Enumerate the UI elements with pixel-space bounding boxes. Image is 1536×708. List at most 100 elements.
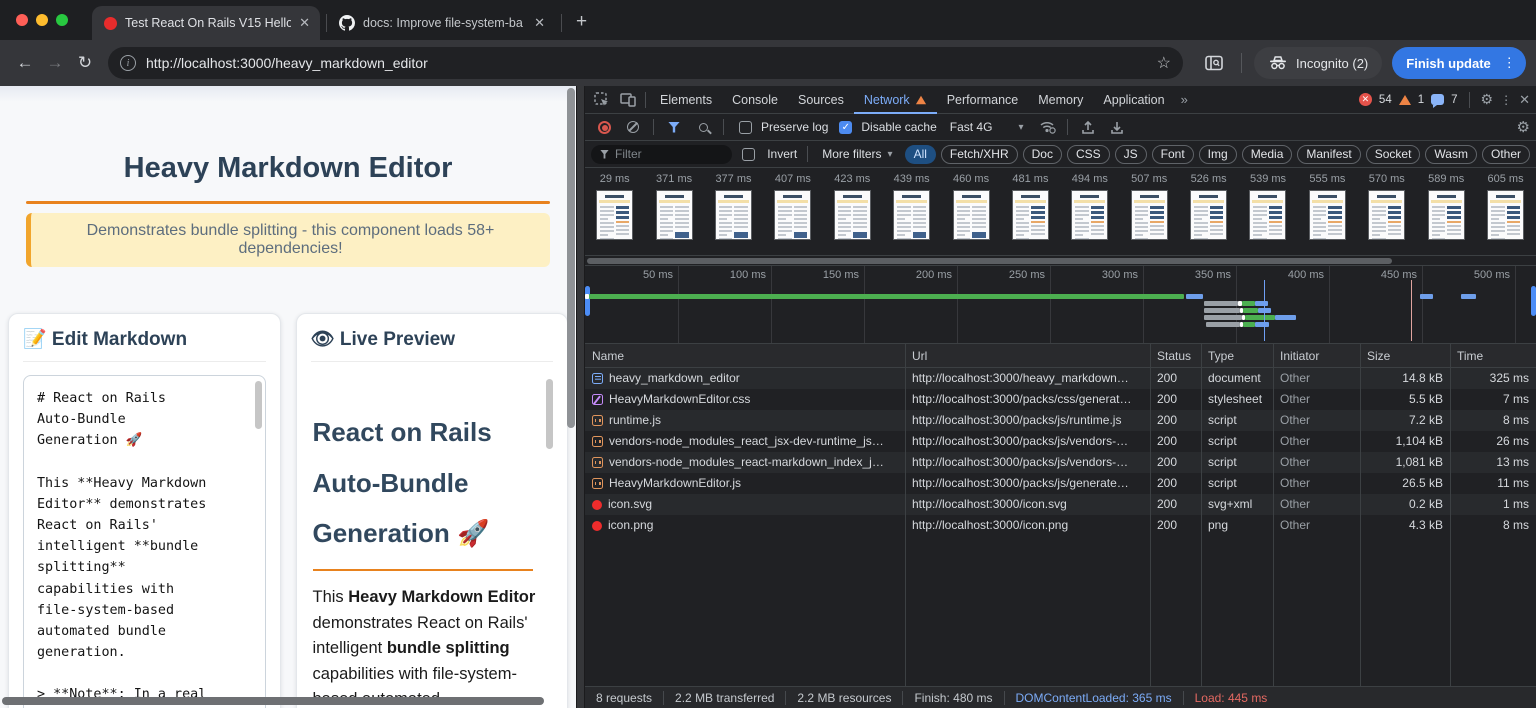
request-row[interactable]: HeavyMarkdownEditor.csshttp://localhost:… — [585, 389, 1536, 410]
device-toolbar-icon[interactable] — [615, 89, 641, 111]
filmstrip-frame[interactable]: 481 ms — [1001, 173, 1060, 255]
filter-funnel-icon[interactable] — [661, 116, 687, 138]
more-filters-dropdown[interactable]: More filters — [822, 147, 881, 161]
site-info-icon[interactable]: i — [120, 55, 136, 71]
overview-left-handle[interactable] — [585, 286, 590, 316]
invert-checkbox[interactable] — [742, 148, 755, 161]
network-settings-gear-icon[interactable]: ⚙ — [1517, 118, 1530, 136]
side-panel-icon[interactable] — [1199, 48, 1229, 78]
settings-gear-icon[interactable]: ⚙ — [1481, 91, 1494, 108]
close-window-button[interactable] — [16, 14, 28, 26]
maximize-window-button[interactable] — [56, 14, 68, 26]
page-vertical-scrollbar[interactable] — [567, 88, 575, 428]
filter-pill-media[interactable]: Media — [1242, 145, 1293, 164]
filter-pill-img[interactable]: Img — [1199, 145, 1237, 164]
column-header-time[interactable]: Time — [1450, 344, 1536, 367]
search-icon[interactable] — [690, 116, 716, 138]
preview-pane[interactable]: React on Rails Auto-Bundle Generation 🚀 … — [311, 375, 554, 708]
filter-pill-all[interactable]: All — [905, 145, 936, 164]
filmstrip-frame[interactable]: 423 ms — [823, 173, 882, 255]
filmstrip-frame[interactable]: 507 ms — [1120, 173, 1179, 255]
filmstrip-frame[interactable]: 371 ms — [644, 173, 703, 255]
address-bar[interactable]: i http://localhost:3000/heavy_markdown_e… — [108, 47, 1183, 79]
filmstrip-frame[interactable]: 494 ms — [1060, 173, 1119, 255]
filmstrip-frame[interactable]: 377 ms — [704, 173, 763, 255]
request-row[interactable]: vendors-node_modules_react_jsx-dev-runti… — [585, 431, 1536, 452]
page-horizontal-scrollbar[interactable] — [2, 697, 544, 705]
textarea-scrollbar[interactable] — [255, 381, 262, 429]
inspect-element-icon[interactable] — [589, 89, 615, 111]
filmstrip-scrollbar[interactable] — [585, 256, 1536, 266]
network-conditions-icon[interactable] — [1034, 116, 1060, 138]
devtools-resize-divider[interactable] — [576, 86, 585, 708]
devtools-menu-icon[interactable]: ⋮ — [1500, 93, 1512, 107]
forward-button[interactable]: → — [40, 48, 70, 78]
incognito-badge[interactable]: Incognito (2) — [1254, 47, 1382, 79]
warning-count[interactable]: 1 — [1418, 94, 1424, 106]
filter-pill-fetch-xhr[interactable]: Fetch/XHR — [941, 145, 1018, 164]
more-tabs-icon[interactable]: » — [1175, 92, 1194, 107]
issues-icon[interactable] — [1431, 94, 1444, 105]
filmstrip-frame[interactable]: 439 ms — [882, 173, 941, 255]
column-header-status[interactable]: Status — [1150, 344, 1201, 367]
request-row[interactable]: HeavyMarkdownEditor.jshttp://localhost:3… — [585, 473, 1536, 494]
column-header-url[interactable]: Url — [905, 344, 1150, 367]
filmstrip-frame[interactable]: 29 ms — [585, 173, 644, 255]
markdown-source-text[interactable]: # React on Rails Auto-Bundle Generation … — [37, 388, 255, 708]
preserve-log-checkbox[interactable] — [739, 121, 752, 134]
filter-pill-css[interactable]: CSS — [1067, 145, 1110, 164]
request-row[interactable]: heavy_markdown_editorhttp://localhost:30… — [585, 368, 1536, 389]
bookmark-star-icon[interactable]: ☆ — [1157, 53, 1171, 73]
request-row[interactable]: runtime.jshttp://localhost:3000/packs/js… — [585, 410, 1536, 431]
back-button[interactable]: ← — [10, 48, 40, 78]
issues-count[interactable]: 7 — [1451, 94, 1457, 106]
filmstrip-frame[interactable]: 407 ms — [763, 173, 822, 255]
disable-cache-label[interactable]: Disable cache — [861, 120, 936, 134]
column-header-size[interactable]: Size — [1360, 344, 1450, 367]
filter-pill-other[interactable]: Other — [1482, 145, 1530, 164]
reload-button[interactable]: ↻ — [70, 48, 100, 78]
filter-pill-font[interactable]: Font — [1152, 145, 1194, 164]
filmstrip-frame[interactable]: 570 ms — [1357, 173, 1416, 255]
filter-pill-js[interactable]: JS — [1115, 145, 1147, 164]
more-vert-icon[interactable]: ⋮ — [1499, 55, 1520, 71]
new-tab-button[interactable]: + — [576, 11, 587, 33]
filter-pill-socket[interactable]: Socket — [1366, 145, 1421, 164]
browser-tab-active[interactable]: Test React On Rails V15 Hello ✕ — [92, 6, 320, 40]
import-har-icon[interactable] — [1075, 116, 1101, 138]
finish-update-button[interactable]: Finish update ⋮ — [1392, 47, 1526, 79]
export-har-icon[interactable] — [1104, 116, 1130, 138]
filter-pill-wasm[interactable]: Wasm — [1425, 145, 1477, 164]
filmstrip-scrollbar-thumb[interactable] — [587, 258, 1392, 264]
error-count[interactable]: 54 — [1379, 94, 1392, 106]
devtools-tab-network[interactable]: Network — [854, 86, 937, 114]
warning-icon[interactable] — [1399, 95, 1411, 105]
minimize-window-button[interactable] — [36, 14, 48, 26]
invert-label[interactable]: Invert — [767, 147, 797, 161]
url-text[interactable]: http://localhost:3000/heavy_markdown_edi… — [146, 55, 1147, 71]
preserve-log-label[interactable]: Preserve log — [761, 120, 828, 134]
filmstrip-frame[interactable]: 589 ms — [1416, 173, 1475, 255]
column-header-name[interactable]: Name — [585, 344, 905, 367]
filmstrip-frame[interactable]: 526 ms — [1179, 173, 1238, 255]
request-row[interactable]: vendors-node_modules_react-markdown_inde… — [585, 452, 1536, 473]
devtools-tab-performance[interactable]: Performance — [937, 86, 1029, 114]
filmstrip-frame[interactable]: 539 ms — [1238, 173, 1297, 255]
devtools-tab-memory[interactable]: Memory — [1028, 86, 1093, 114]
devtools-tab-sources[interactable]: Sources — [788, 86, 854, 114]
network-overview-waterfall[interactable]: 50 ms100 ms150 ms200 ms250 ms300 ms350 m… — [585, 266, 1536, 344]
overview-right-handle[interactable] — [1531, 286, 1536, 316]
table-header[interactable]: NameUrlStatusTypeInitiatorSizeTime — [585, 344, 1536, 368]
column-header-type[interactable]: Type — [1201, 344, 1273, 367]
request-row[interactable]: icon.svghttp://localhost:3000/icon.svg20… — [585, 494, 1536, 515]
filmstrip-frame[interactable]: 460 ms — [941, 173, 1000, 255]
disable-cache-checkbox[interactable]: ✓ — [839, 121, 852, 134]
markdown-textarea[interactable]: # React on Rails Auto-Bundle Generation … — [23, 375, 266, 708]
devtools-tab-elements[interactable]: Elements — [650, 86, 722, 114]
preview-scrollbar[interactable] — [546, 379, 553, 449]
request-row[interactable]: icon.pnghttp://localhost:3000/icon.png20… — [585, 515, 1536, 536]
filter-input[interactable]: Filter — [591, 145, 732, 164]
filmstrip-frame[interactable]: 605 ms — [1476, 173, 1535, 255]
tab-close-icon[interactable]: ✕ — [534, 15, 545, 31]
window-controls[interactable] — [16, 14, 68, 26]
